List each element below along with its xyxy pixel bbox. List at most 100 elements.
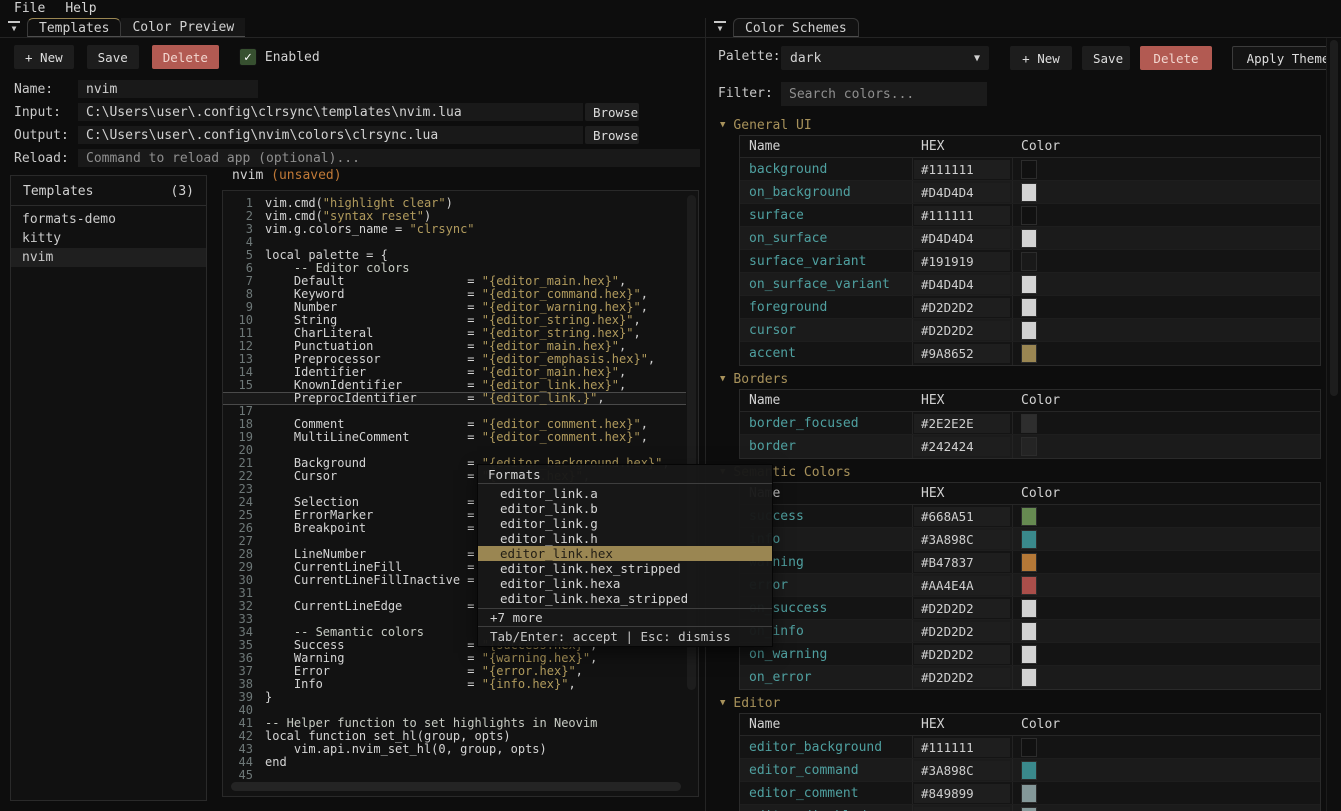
color-swatch[interactable] [1021,275,1037,294]
input-path-field[interactable] [78,103,583,121]
hex-value-field[interactable]: #D2D2D2 [914,645,1010,664]
table-row[interactable]: background#111111 [740,158,1320,181]
editor-horizontal-scrollbar[interactable] [231,782,681,791]
hex-value-field[interactable]: #9A8652 [914,344,1010,363]
autocomplete-item[interactable]: editor_link.b [478,501,772,516]
new-palette-button[interactable]: + New [1010,46,1072,70]
delete-template-button[interactable]: Delete [152,45,219,69]
color-swatch[interactable] [1021,183,1037,202]
output-browse-button[interactable]: Browse [585,126,639,144]
hex-value-field[interactable]: #111111 [914,160,1010,179]
reload-command-field[interactable] [78,149,700,167]
hex-value-field[interactable]: #668A51 [914,507,1010,526]
hex-value-field[interactable]: #D2D2D2 [914,599,1010,618]
hex-value-field[interactable]: #111111 [914,206,1010,225]
table-row[interactable]: on_info#D2D2D2 [740,620,1320,643]
tab-color-preview[interactable]: Color Preview [121,18,245,37]
table-row[interactable]: accent#9A8652 [740,342,1320,365]
color-panel-scrollbar[interactable] [1326,38,1341,811]
hex-value-field[interactable]: #D2D2D2 [914,298,1010,317]
table-row[interactable]: on_success#D2D2D2 [740,597,1320,620]
save-template-button[interactable]: Save [87,45,139,69]
check-icon[interactable]: ✓ [239,48,257,66]
hex-value-field[interactable]: #D4D4D4 [914,183,1010,202]
color-swatch[interactable] [1021,599,1037,618]
table-row[interactable]: surface#111111 [740,204,1320,227]
color-swatch[interactable] [1021,437,1037,456]
table-row[interactable]: foreground#D2D2D2 [740,296,1320,319]
list-item[interactable]: formats-demo [11,210,206,229]
autocomplete-item[interactable]: editor_link.g [478,516,772,531]
color-swatch[interactable] [1021,622,1037,641]
apply-theme-button[interactable]: Apply Theme [1232,46,1341,70]
tab-color-schemes[interactable]: Color Schemes [733,18,859,37]
color-swatch[interactable] [1021,761,1037,780]
hex-value-field[interactable]: #111111 [914,738,1010,757]
section-header[interactable]: ▼Editor [720,696,1324,710]
color-swatch[interactable] [1021,645,1037,664]
hex-value-field[interactable]: #D2D2D2 [914,668,1010,687]
hex-value-field[interactable]: #D4D4D4 [914,229,1010,248]
hex-value-field[interactable]: #D2D2D2 [914,622,1010,641]
hex-value-field[interactable]: #242424 [914,437,1010,456]
input-browse-button[interactable]: Browse [585,103,639,121]
menu-file[interactable]: File [14,1,45,18]
hex-value-field[interactable]: #B47837 [914,553,1010,572]
table-row[interactable]: on_surface#D4D4D4 [740,227,1320,250]
autocomplete-item[interactable]: editor_link.hex_stripped [478,561,772,576]
color-swatch[interactable] [1021,784,1037,803]
table-row[interactable]: on_error#D2D2D2 [740,666,1320,689]
list-item[interactable]: nvim [11,248,206,267]
table-row[interactable]: editor_background#111111 [740,736,1320,759]
autocomplete-item[interactable]: editor_link.hex [478,546,772,561]
color-swatch[interactable] [1021,414,1037,433]
name-input[interactable] [78,80,258,98]
hex-value-field[interactable]: #AA4E4A [914,576,1010,595]
delete-palette-button[interactable]: Delete [1140,46,1212,70]
new-template-button[interactable]: + New [14,45,74,69]
palette-dropdown[interactable]: dark ▼ [781,46,989,70]
table-row[interactable]: info#3A898C [740,528,1320,551]
panel-collapse-icon[interactable]: ▼ [714,21,726,34]
color-swatch[interactable] [1021,668,1037,687]
autocomplete-item[interactable]: editor_link.h [478,531,772,546]
color-filter-input[interactable] [781,82,987,106]
table-row[interactable]: editor_comment#849899 [740,782,1320,805]
color-swatch[interactable] [1021,807,1037,811]
color-swatch[interactable] [1021,298,1037,317]
color-swatch[interactable] [1021,530,1037,549]
table-row[interactable]: on_surface_variant#D4D4D4 [740,273,1320,296]
list-item[interactable]: kitty [11,229,206,248]
hex-value-field[interactable]: #2E2E2E [914,414,1010,433]
table-row[interactable]: error#AA4E4A [740,574,1320,597]
table-row[interactable]: editor_command#3A898C [740,759,1320,782]
tab-templates[interactable]: Templates [27,18,121,37]
section-header[interactable]: ▼Borders [720,372,1324,386]
hex-value-field[interactable]: #191919 [914,252,1010,271]
table-row[interactable]: border#242424 [740,435,1320,458]
enabled-checkbox[interactable]: ✓ Enabled [239,48,320,66]
table-row[interactable]: editor_disabled#849899 [740,805,1320,811]
color-swatch[interactable] [1021,344,1037,363]
table-row[interactable]: border_focused#2E2E2E [740,412,1320,435]
hex-value-field[interactable]: #D4D4D4 [914,275,1010,294]
color-swatch[interactable] [1021,206,1037,225]
panel-collapse-icon[interactable]: ▼ [8,21,20,34]
table-row[interactable]: success#668A51 [740,505,1320,528]
color-swatch[interactable] [1021,321,1037,340]
save-palette-button[interactable]: Save [1082,46,1130,70]
autocomplete-item[interactable]: editor_link.hexa_stripped [478,591,772,606]
color-swatch[interactable] [1021,252,1037,271]
output-path-field[interactable] [78,126,583,144]
table-row[interactable]: cursor#D2D2D2 [740,319,1320,342]
color-swatch[interactable] [1021,553,1037,572]
table-row[interactable]: surface_variant#191919 [740,250,1320,273]
color-swatch[interactable] [1021,507,1037,526]
hex-value-field[interactable]: #3A898C [914,761,1010,780]
color-swatch[interactable] [1021,576,1037,595]
hex-value-field[interactable]: #3A898C [914,530,1010,549]
table-row[interactable]: on_background#D4D4D4 [740,181,1320,204]
menu-help[interactable]: Help [65,1,96,18]
autocomplete-item[interactable]: editor_link.a [478,486,772,501]
color-swatch[interactable] [1021,229,1037,248]
